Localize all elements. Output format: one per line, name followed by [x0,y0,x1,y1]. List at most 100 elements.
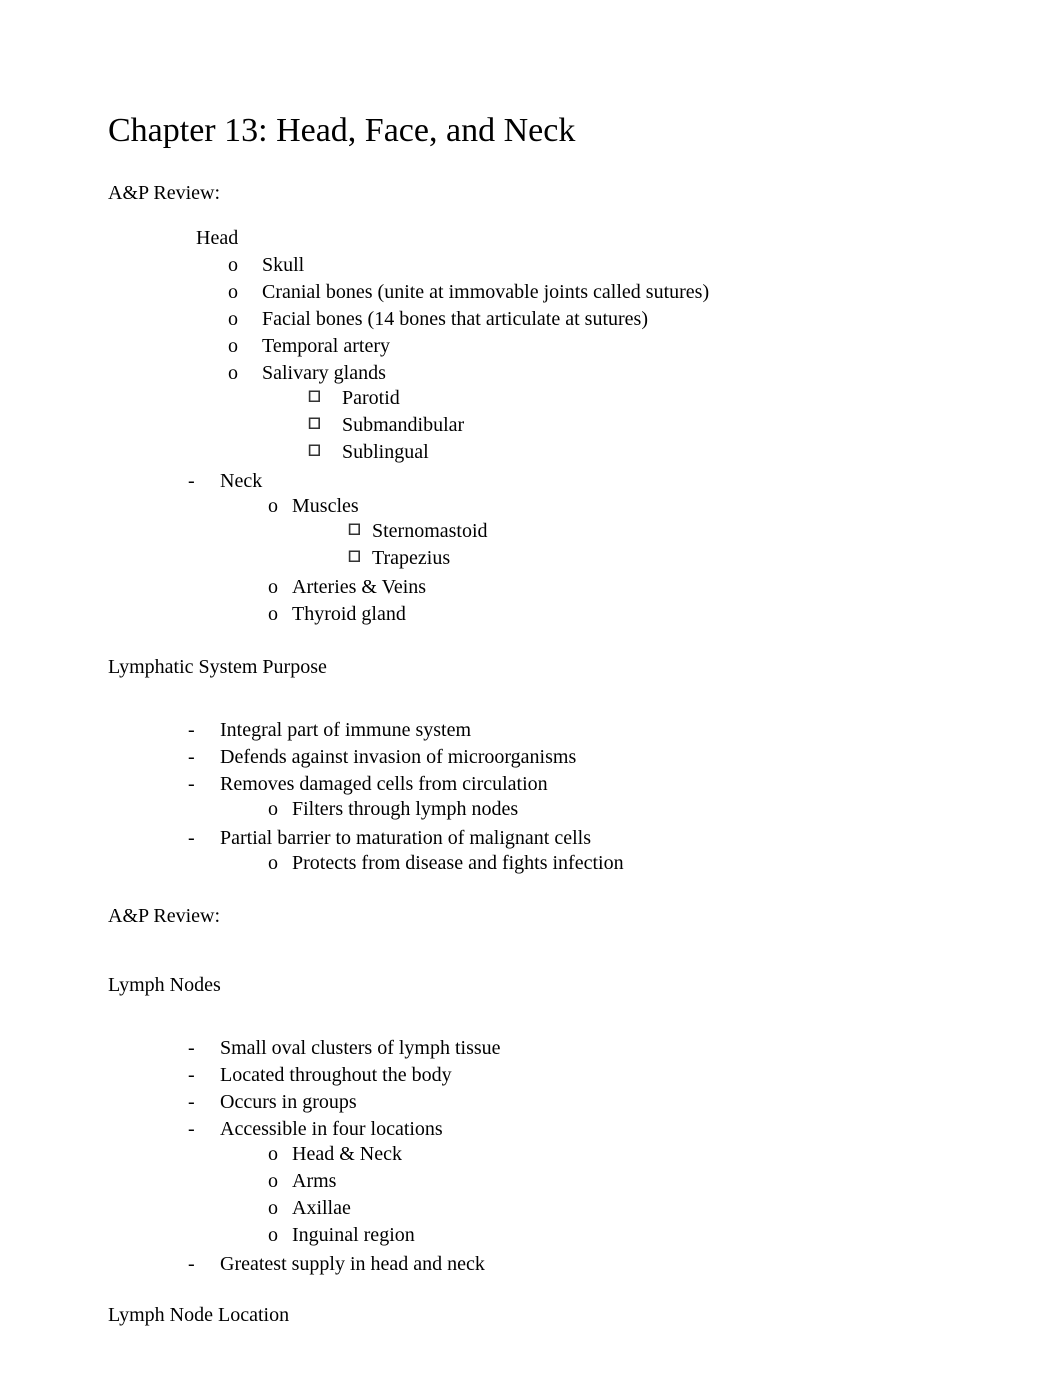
list-item: o Inguinal region [258,1223,954,1248]
list-item: - Accessible in four locations o Head & … [178,1117,954,1250]
list-item-text: Occurs in groups [220,1090,954,1115]
list-item-text: Accessible in four locations [220,1118,443,1140]
square-bullet-icon: 🞑 [308,415,342,435]
lymph-nodes-heading: Lymph Nodes [108,973,954,998]
circle-bullet-icon: o [228,280,262,305]
chapter-title: Chapter 13: Head, Face, and Neck [108,110,954,153]
list-item-text: Temporal artery [262,334,954,359]
list-item: 🞑 Submandibular [308,413,954,438]
list-item-text: Inguinal region [292,1223,954,1248]
list-item-text: Axillae [292,1196,954,1221]
list-item-text: Defends against invasion of microorganis… [220,745,954,770]
list-item-text: Arms [292,1169,954,1194]
list-item: o Filters through lymph nodes [258,797,954,822]
list-item-text: Protects from disease and fights infecti… [292,851,954,876]
list-item-text: Skull [262,253,954,278]
muscles-sublist: 🞑 Sternomastoid 🞑 Trapezius [292,519,954,571]
neck-label: Neck [220,470,262,492]
partial-sublist: o Protects from disease and fights infec… [220,851,954,876]
list-item: - Integral part of immune system [178,718,954,743]
list-item: 🞑 Sublingual [308,440,954,465]
list-item: o Cranial bones (unite at immovable join… [228,280,954,305]
removes-sublist: o Filters through lymph nodes [220,797,954,822]
list-item-text: Small oval clusters of lymph tissue [220,1036,954,1061]
head-label: Head [196,226,954,251]
list-item-text: Parotid [342,386,954,411]
circle-bullet-icon: o [228,334,262,359]
dash-bullet-icon: - [178,1252,220,1277]
list-item: - Small oval clusters of lymph tissue [178,1036,954,1061]
lymph-node-location-heading: Lymph Node Location [108,1303,954,1328]
list-item: o Arteries & Veins [258,575,954,600]
list-item: - Located throughout the body [178,1063,954,1088]
list-item: - Defends against invasion of microorgan… [178,745,954,770]
list-item-text: Arteries & Veins [292,575,954,600]
dash-bullet-icon: - [178,745,220,770]
list-item: o Salivary glands 🞑 Parotid 🞑 Submandibu… [228,361,954,467]
circle-bullet-icon: o [258,602,292,627]
circle-bullet-icon: o [228,361,262,386]
ap-review-heading-2: A&P Review: [108,904,954,929]
list-item: o Protects from disease and fights infec… [258,851,954,876]
circle-bullet-icon: o [228,307,262,332]
list-item-text: Removes damaged cells from circulation [220,773,548,795]
list-item: o Head & Neck [258,1142,954,1167]
list-item-text: Integral part of immune system [220,718,954,743]
dash-bullet-icon: - [178,826,220,851]
list-item-text: Muscles [292,495,359,517]
square-bullet-icon: 🞑 [308,388,342,408]
list-item: 🞑 Parotid [308,386,954,411]
circle-bullet-icon: o [258,494,292,519]
square-bullet-icon: 🞑 [338,521,372,541]
circle-bullet-icon: o [258,1142,292,1167]
circle-bullet-icon: o [258,851,292,876]
dash-bullet-icon: - [178,1117,220,1142]
list-item: o Temporal artery [228,334,954,359]
list-item: o Axillae [258,1196,954,1221]
list-item: o Skull [228,253,954,278]
list-item-text: Sublingual [342,440,954,465]
list-item: o Thyroid gland [258,602,954,627]
list-item: - Greatest supply in head and neck [178,1252,954,1277]
list-item-text: Submandibular [342,413,954,438]
list-item: o Facial bones (14 bones that articulate… [228,307,954,332]
list-item: o Muscles 🞑 Sternomastoid 🞑 Trapezius [258,494,954,573]
lymph-nodes-list: - Small oval clusters of lymph tissue - … [178,1036,954,1277]
list-item-text: Trapezius [372,546,954,571]
circle-bullet-icon: o [258,1169,292,1194]
list-item: 🞑 Trapezius [338,546,954,571]
neck-list: - Neck o Muscles 🞑 Sternomastoid [178,469,954,629]
list-item: - Partial barrier to maturation of malig… [178,826,954,878]
lymph-purpose-heading: Lymphatic System Purpose [108,655,954,680]
list-item-text: Greatest supply in head and neck [220,1252,954,1277]
list-item: - Neck o Muscles 🞑 Sternomastoid [178,469,954,629]
square-bullet-icon: 🞑 [308,442,342,462]
neck-sublist: o Muscles 🞑 Sternomastoid 🞑 Trapezius [220,494,954,627]
list-item-text: Cranial bones (unite at immovable joints… [262,280,954,305]
list-item: 🞑 Sternomastoid [338,519,954,544]
head-sublist: o Skull o Cranial bones (unite at immova… [228,253,954,467]
circle-bullet-icon: o [258,1223,292,1248]
salivary-sublist: 🞑 Parotid 🞑 Submandibular 🞑 Sublingual [262,386,954,465]
list-item-text: Thyroid gland [292,602,954,627]
lymph-purpose-list: - Integral part of immune system - Defen… [178,718,954,878]
list-item-text: Located throughout the body [220,1063,954,1088]
list-item-text: Head & Neck [292,1142,954,1167]
dash-bullet-icon: - [178,469,220,494]
ap-review-heading-1: A&P Review: [108,181,954,206]
dash-bullet-icon: - [178,1036,220,1061]
list-item-text: Facial bones (14 bones that articulate a… [262,307,954,332]
dash-bullet-icon: - [178,718,220,743]
circle-bullet-icon: o [258,575,292,600]
list-item-text: Salivary glands [262,362,386,384]
list-item-text: Partial barrier to maturation of maligna… [220,827,591,849]
dash-bullet-icon: - [178,1063,220,1088]
dash-bullet-icon: - [178,1090,220,1115]
circle-bullet-icon: o [258,1196,292,1221]
list-item: o Arms [258,1169,954,1194]
list-item-text: Sternomastoid [372,519,954,544]
list-item: - Occurs in groups [178,1090,954,1115]
circle-bullet-icon: o [228,253,262,278]
list-item-text: Filters through lymph nodes [292,797,954,822]
accessible-sublist: o Head & Neck o Arms o Axillae o Inguina… [220,1142,954,1248]
